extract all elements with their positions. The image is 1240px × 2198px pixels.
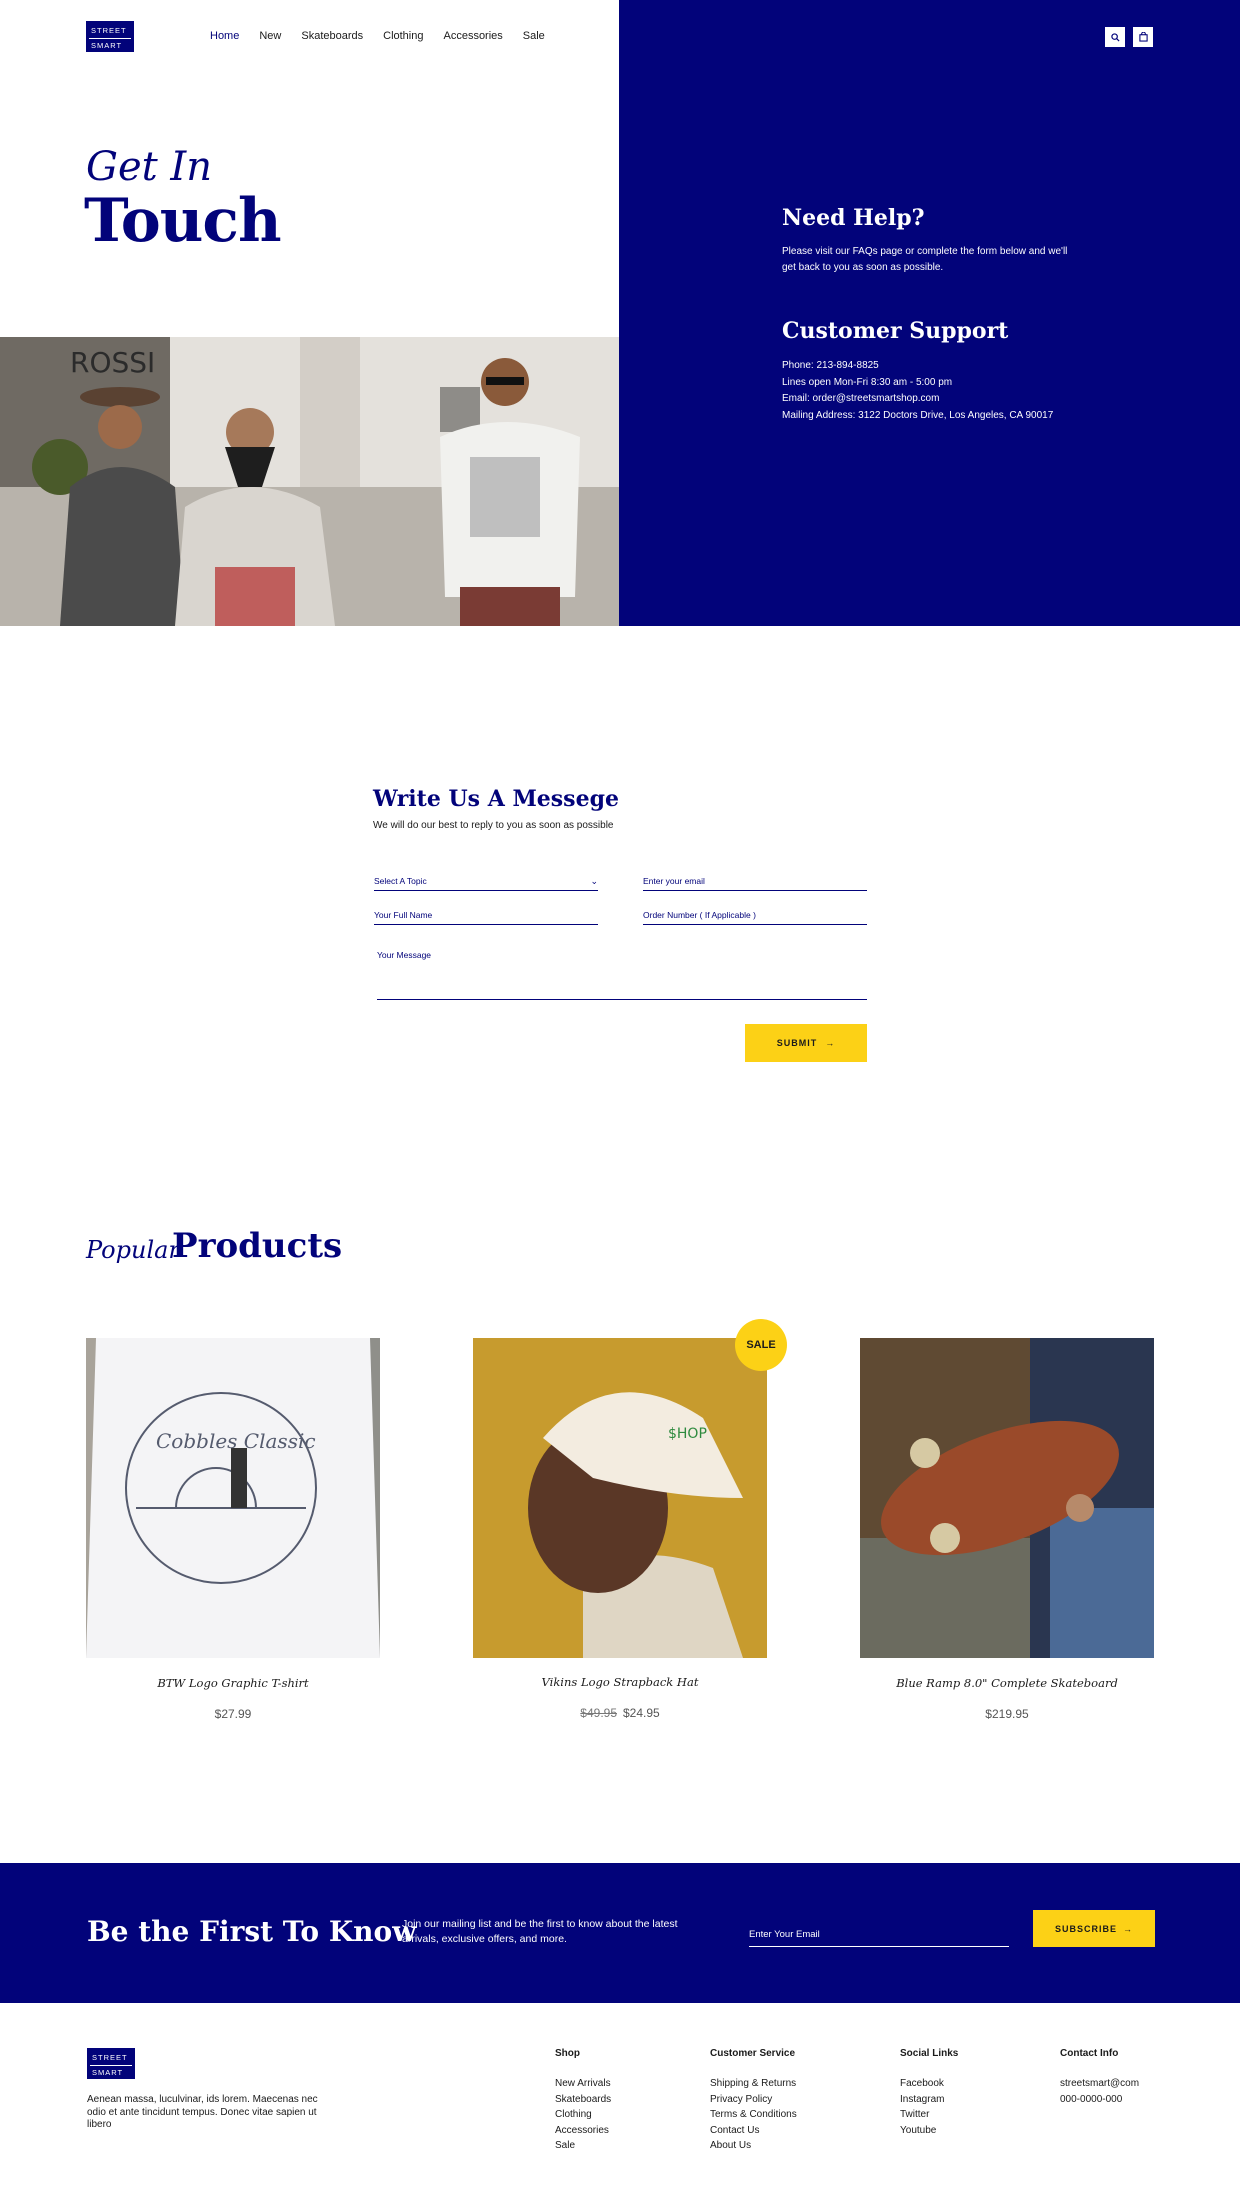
email-field[interactable]: Enter your email [643,876,867,891]
footer-link-contact[interactable]: Contact Us [710,2123,797,2139]
newsletter-title: Be the First To Know [87,1915,417,1948]
full-name-field[interactable]: Your Full Name [374,910,598,925]
order-number-placeholder: Order Number ( If Applicable ) [643,910,756,920]
help-title: Need Help? [782,205,925,231]
footer-link-instagram[interactable]: Instagram [900,2092,958,2108]
svg-text:ROSSI: ROSSI [70,346,155,379]
product-name-skateboard[interactable]: Blue Ramp 8.0" Complete Skateboard [860,1676,1154,1690]
footer-link-facebook[interactable]: Facebook [900,2076,958,2092]
message-field[interactable]: Your Message [377,950,867,1000]
price-original: $49.95 [580,1706,617,1720]
hero-title-line1: Get In [86,144,212,190]
full-name-placeholder: Your Full Name [374,910,433,920]
support-phone: Phone: 213-894-8825 [782,360,879,371]
footer-column-shop: Shop New Arrivals Skateboards Clothing A… [555,2048,611,2154]
product-image-hat[interactable]: $HOP [473,1338,767,1658]
help-text: Please visit our FAQs page or complete t… [782,246,1068,273]
logo-line-2: SMART [91,40,123,50]
footer-about: Aenean massa, luculvinar, ids lorem. Mae… [87,2094,318,2130]
price-sale: $24.95 [623,1706,660,1720]
newsletter-text: Join our mailing list and be the first t… [402,1918,678,1945]
topic-select[interactable]: Select A Topic ⌄ [374,876,598,891]
arrow-right-icon: → [1123,1923,1133,1934]
order-number-field[interactable]: Order Number ( If Applicable ) [643,910,867,925]
price-current: $219.95 [985,1707,1029,1721]
product-name-hat[interactable]: Vikins Logo Strapback Hat [473,1675,767,1689]
nav-new[interactable]: New [259,30,281,42]
footer-link-skateboards[interactable]: Skateboards [555,2092,611,2108]
sale-badge: SALE [735,1319,787,1371]
price-current: $27.99 [214,1707,252,1721]
footer-column-title: Customer Service [710,2048,796,2059]
footer-link-twitter[interactable]: Twitter [900,2107,958,2123]
footer-column-customer-service: Customer Service Shipping & Returns Priv… [710,2048,797,2154]
support-hours: Lines open Mon-Fri 8:30 am - 5:00 pm [782,376,953,388]
footer-contact-email[interactable]: streetsmart@com [1060,2076,1139,2092]
footer-link-accessories[interactable]: Accessories [555,2123,611,2139]
subscribe-label: SUBSCRIBE [1054,1923,1117,1934]
submit-button[interactable]: SUBMIT → [745,1024,867,1062]
hero-photo: ROSSI [0,337,619,626]
arrow-right-icon: → [825,1038,836,1048]
nav-clothing[interactable]: Clothing [383,30,423,42]
support-details: Phone: 213-894-8825 Lines open Mon-Fri 8… [782,358,1053,424]
chevron-down-icon: ⌄ [590,876,598,886]
bag-icon[interactable] [1133,27,1153,47]
newsletter-email-input[interactable]: Enter Your Email [749,1929,1009,1947]
logo-line-1: STREET [91,26,127,35]
nav-accessories[interactable]: Accessories [443,30,502,42]
footer-column-contact: Contact Info streetsmart@com 000-0000-00… [1060,2048,1139,2107]
form-subtitle: We will do our best to reply to you as s… [373,820,614,831]
nav-skateboards[interactable]: Skateboards [301,30,363,42]
footer-link-youtube[interactable]: Youtube [900,2123,958,2139]
footer-link-shipping[interactable]: Shipping & Returns [710,2076,797,2092]
newsletter-email-placeholder: Enter Your Email [749,1929,820,1940]
product-image-tshirt[interactable]: Cobbles Classic [86,1338,380,1658]
email-field-placeholder: Enter your email [643,876,705,886]
nav-sale[interactable]: Sale [523,30,545,42]
footer-column-title: Social Links [900,2048,959,2059]
logo-line-1: STREET [92,2053,128,2062]
footer-column-title: Shop [555,2048,580,2059]
hero-title-line2: Touch [84,186,282,256]
main-nav: Home New Skateboards Clothing Accessorie… [210,30,565,42]
hero-right-panel [619,0,1240,626]
support-address: Mailing Address: 3122 Doctors Drive, Los… [782,409,1054,421]
footer-link-terms[interactable]: Terms & Conditions [710,2107,797,2123]
footer-logo[interactable]: STREET SMART [87,2048,135,2079]
newsletter-banner: Be the First To Know Join our mailing li… [0,1863,1240,2003]
footer-link-privacy[interactable]: Privacy Policy [710,2092,797,2108]
topic-select-label: Select A Topic [374,876,427,886]
support-email: Email: order@streetsmartshop.com [782,393,940,404]
footer-column-title: Contact Info [1060,2048,1119,2059]
product-name-tshirt[interactable]: BTW Logo Graphic T-shirt [86,1676,380,1690]
svg-text:$HOP: $HOP [668,1426,707,1442]
products-heading-italic: Popular [86,1236,180,1264]
footer-link-clothing[interactable]: Clothing [555,2107,611,2123]
form-title: Write Us A Messege [373,786,619,812]
brand-logo[interactable]: STREET SMART [86,21,134,52]
product-price-skateboard: $219.95 [860,1707,1154,1721]
submit-label: SUBMIT [776,1038,818,1048]
nav-home[interactable]: Home [210,30,239,42]
logo-line-2: SMART [92,2067,124,2077]
footer-link-about[interactable]: About Us [710,2138,797,2154]
search-icon[interactable] [1105,27,1125,47]
message-placeholder: Your Message [377,950,432,960]
footer-contact-phone[interactable]: 000-0000-000 [1060,2092,1139,2108]
footer-link-new-arrivals[interactable]: New Arrivals [555,2076,611,2092]
products-heading-bold: Products [172,1226,343,1266]
product-price-tshirt: $27.99 [86,1707,380,1721]
footer-column-social: Social Links Facebook Instagram Twitter … [900,2048,958,2138]
support-title: Customer Support [782,318,1009,344]
svg-text:Cobbles Classic: Cobbles Classic [156,1429,316,1453]
subscribe-button[interactable]: SUBSCRIBE → [1033,1910,1155,1947]
footer-link-sale[interactable]: Sale [555,2138,611,2154]
product-image-skateboard[interactable] [860,1338,1154,1658]
product-price-hat: $49.95 $24.95 [473,1706,767,1720]
